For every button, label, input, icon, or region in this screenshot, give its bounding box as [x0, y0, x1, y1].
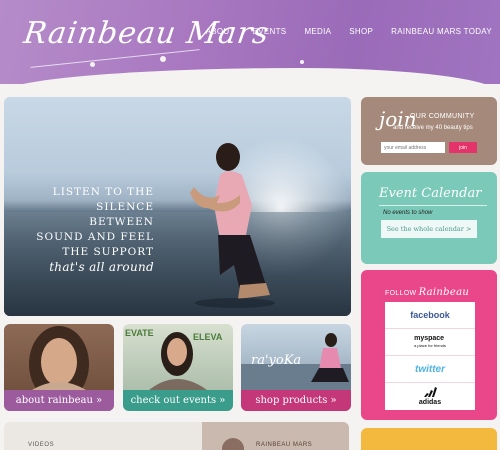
- hero-banner[interactable]: LISTEN TO THE SILENCE BETWEEN SOUND AND …: [4, 97, 351, 316]
- logo-underline: [30, 49, 200, 68]
- hero-line: SILENCE BETWEEN: [89, 201, 154, 228]
- svg-text:EVATE: EVATE: [125, 328, 154, 338]
- adidas-icon: adidas: [419, 387, 441, 406]
- join-subheading: and receive my 40 beauty tips: [393, 125, 473, 131]
- bottom-section: VIDEOS RAINBEAU MARS: [4, 422, 349, 450]
- card-about-caption[interactable]: about rainbeau »: [4, 390, 114, 411]
- videos-heading[interactable]: VIDEOS: [28, 442, 54, 448]
- follow-title: FOLLOW Rainbeau: [385, 287, 469, 298]
- social-twitter[interactable]: twitter: [385, 356, 475, 383]
- facebook-icon: facebook: [410, 310, 450, 320]
- see-calendar-button[interactable]: See the whole calendar >: [381, 220, 477, 238]
- follow-label: FOLLOW: [385, 290, 417, 297]
- hero-line: SOUND AND FEEL: [36, 231, 154, 243]
- event-calendar-title: Event Calendar: [379, 186, 482, 201]
- social-links: facebook myspace a place for friends twi…: [385, 302, 475, 410]
- site-header: Rainbeau Mars ABOUT EVENTS MEDIA SHOP RA…: [0, 0, 500, 84]
- myspace-tagline: a place for friends: [414, 343, 446, 348]
- nav-shop[interactable]: SHOP: [349, 27, 373, 36]
- no-events-text: No events to show: [383, 210, 433, 216]
- hero-line: THE SUPPORT: [62, 246, 154, 258]
- myspace-icon: myspace a place for friends: [414, 335, 446, 349]
- nav-about[interactable]: ABOUT: [206, 27, 235, 36]
- paint-drip: [160, 56, 166, 62]
- social-myspace[interactable]: myspace a place for friends: [385, 329, 475, 356]
- card-events-caption[interactable]: check out events »: [123, 390, 233, 411]
- next-sidebar-box: [361, 428, 497, 450]
- main-nav: ABOUT EVENTS MEDIA SHOP RAINBEAU MARS TO…: [206, 27, 492, 36]
- bottom-right-title: RAINBEAU MARS: [256, 442, 313, 448]
- hero-line: that's all around: [49, 260, 154, 274]
- divider: [379, 205, 487, 206]
- event-calendar-box: Event Calendar No events to show See the…: [361, 172, 497, 264]
- twitter-icon: twitter: [415, 363, 445, 375]
- nav-media[interactable]: MEDIA: [304, 27, 331, 36]
- nav-today[interactable]: RAINBEAU MARS TODAY: [391, 27, 492, 36]
- card-events[interactable]: EVATE ELEVA check out events »: [123, 324, 233, 411]
- card-shop[interactable]: ra'yoKa shop products »: [241, 324, 351, 411]
- nav-events[interactable]: EVENTS: [253, 27, 287, 36]
- portrait-photo: [29, 326, 89, 402]
- email-input[interactable]: [381, 142, 445, 153]
- event-photo: EVATE ELEVA: [125, 328, 223, 390]
- paint-edge: [0, 68, 500, 84]
- join-button[interactable]: join: [449, 142, 477, 153]
- svg-text:ELEVA: ELEVA: [193, 332, 223, 342]
- profile-icon: [222, 438, 244, 450]
- bottom-right-panel: RAINBEAU MARS: [202, 422, 349, 450]
- social-facebook[interactable]: facebook: [385, 302, 475, 329]
- social-adidas[interactable]: adidas: [385, 383, 475, 410]
- follow-script: Rainbeau: [418, 287, 470, 298]
- adidas-stripes-icon: [424, 387, 437, 397]
- join-community-box: join OUR COMMUNITY and receive my 40 bea…: [361, 97, 497, 165]
- yoga-woman-photo: [190, 143, 275, 308]
- paint-drip: [300, 60, 304, 64]
- rayoka-wordmark: ra'yoKa: [251, 353, 301, 368]
- hero-line: LISTEN TO THE: [52, 186, 154, 198]
- follow-box: FOLLOW Rainbeau facebook myspace a place…: [361, 270, 497, 420]
- card-shop-caption[interactable]: shop products »: [241, 390, 351, 411]
- myspace-label: myspace: [414, 335, 445, 342]
- card-about[interactable]: about rainbeau »: [4, 324, 114, 411]
- paint-drip: [90, 62, 95, 67]
- shop-photo: ra'yoKa: [241, 333, 351, 390]
- hero-quote: LISTEN TO THE SILENCE BETWEEN SOUND AND …: [32, 185, 154, 275]
- join-heading: OUR COMMUNITY: [410, 113, 475, 120]
- adidas-label: adidas: [418, 399, 442, 406]
